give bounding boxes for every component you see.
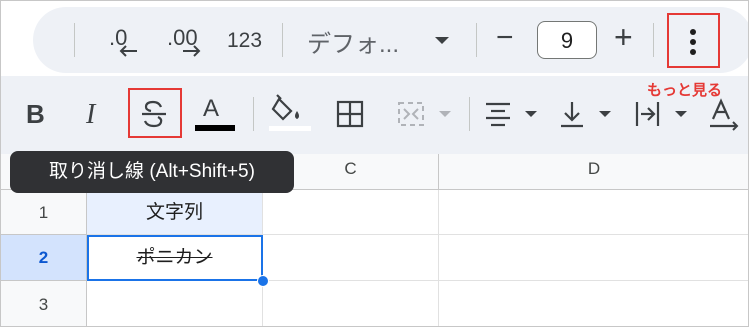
text-color-letter: A bbox=[203, 95, 220, 122]
horizontal-align-button[interactable] bbox=[483, 99, 543, 129]
column-header-d[interactable]: D bbox=[439, 154, 748, 190]
paint-bucket-icon bbox=[269, 94, 311, 131]
decrease-font-size-button[interactable]: − bbox=[496, 21, 514, 55]
toolbar-divider bbox=[253, 97, 254, 131]
cell-c2[interactable] bbox=[263, 235, 439, 281]
cell-c3[interactable] bbox=[263, 281, 439, 326]
row-header-3[interactable]: 3 bbox=[1, 281, 87, 326]
increase-decimal-button[interactable]: .00 bbox=[167, 25, 207, 59]
toolbar-divider bbox=[74, 23, 75, 57]
toolbar-divider bbox=[282, 23, 283, 57]
highlight-box-strikethrough bbox=[128, 88, 182, 138]
italic-button[interactable]: I bbox=[86, 99, 95, 131]
arrow-left-icon bbox=[119, 45, 137, 57]
row-header-1[interactable]: 1 bbox=[1, 190, 87, 235]
increase-font-size-button[interactable]: + bbox=[614, 19, 633, 56]
font-size-input[interactable]: 9 bbox=[537, 21, 597, 59]
cell-b1[interactable]: 文字列 bbox=[87, 190, 263, 235]
align-center-icon bbox=[486, 102, 537, 127]
borders-icon bbox=[336, 100, 364, 128]
text-wrapping-button[interactable] bbox=[633, 99, 693, 129]
merge-cells-button bbox=[395, 99, 459, 129]
highlight-box-more bbox=[667, 13, 720, 68]
merge-cells-icon bbox=[398, 102, 451, 126]
cell-d3[interactable] bbox=[439, 281, 748, 326]
toolbar-divider bbox=[469, 97, 470, 131]
font-family-dropdown[interactable]: デフォ... bbox=[307, 23, 457, 58]
cell-d2[interactable] bbox=[439, 235, 748, 281]
strikethrough-tooltip: 取り消し線 (Alt+Shift+5) bbox=[10, 151, 294, 193]
font-family-value: デフォ... bbox=[307, 31, 400, 58]
borders-button[interactable] bbox=[335, 99, 365, 129]
cell-d1[interactable] bbox=[439, 190, 748, 235]
decrease-decimal-button[interactable]: .0 bbox=[107, 25, 143, 59]
spreadsheet-window: .0 .00 123 デフォ... − 9 + もっと見る B I A C D … bbox=[0, 0, 749, 327]
fill-handle[interactable] bbox=[257, 275, 269, 287]
row-header-2[interactable]: 2 bbox=[1, 235, 87, 281]
number-format-button[interactable]: 123 bbox=[227, 29, 262, 53]
cell-c1[interactable] bbox=[263, 190, 439, 235]
bold-button[interactable]: B bbox=[26, 99, 45, 130]
chevron-down-icon bbox=[435, 37, 449, 44]
toolbar-divider bbox=[476, 23, 477, 57]
toolbar-divider bbox=[653, 23, 654, 57]
text-wrap-icon bbox=[635, 102, 687, 126]
active-cell-outline bbox=[87, 235, 263, 281]
align-bottom-icon bbox=[561, 102, 611, 128]
text-rotation-button[interactable] bbox=[707, 97, 747, 131]
text-rotation-icon bbox=[710, 98, 739, 131]
text-color-swatch bbox=[195, 125, 235, 131]
fill-color-button[interactable] bbox=[267, 93, 313, 133]
cell-b3[interactable] bbox=[87, 281, 263, 326]
text-color-button[interactable]: A bbox=[191, 95, 237, 133]
arrow-right-icon bbox=[183, 45, 201, 57]
vertical-align-button[interactable] bbox=[557, 99, 617, 129]
